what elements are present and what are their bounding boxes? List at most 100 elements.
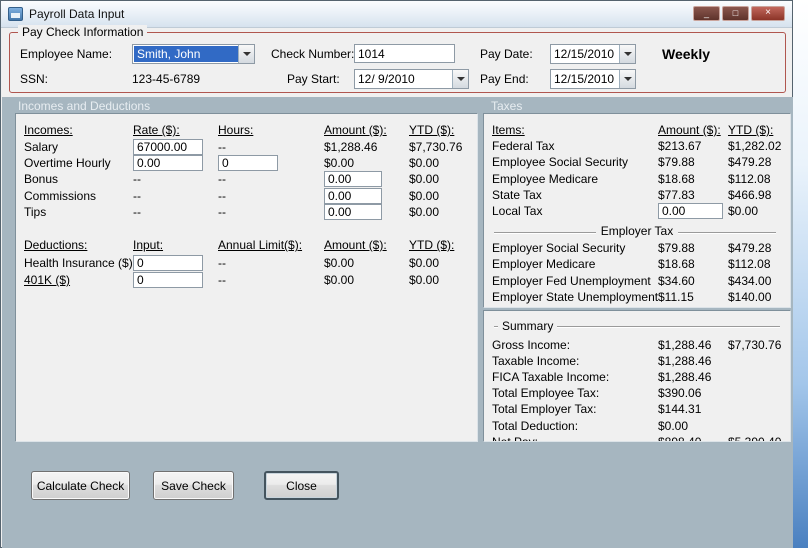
tax-cell: $18.68 [658, 257, 695, 272]
summary-table: Gross Income: $1,288.46 $7,730.76 Taxabl… [492, 337, 782, 442]
income-cell: $0.00 [409, 205, 440, 220]
close-button[interactable]: Close [264, 471, 339, 500]
main-area: Incomes and Deductions Taxes Incomes: Ra… [2, 97, 793, 548]
tax-cell: $79.88 [658, 155, 695, 170]
health-insurance-input[interactable] [133, 254, 203, 271]
deductions-col-header: Deductions: [24, 238, 88, 253]
income-row-label: Commissions [24, 188, 97, 203]
401k-input[interactable] [133, 272, 203, 289]
taxes-section-header: Taxes [491, 99, 523, 113]
deduction-cell: -- [218, 255, 226, 270]
tax-cell: $112.08 [728, 171, 771, 186]
tax-row-label: State Tax [492, 187, 542, 202]
pay-date-dropdown-arrow-icon[interactable] [619, 45, 635, 63]
summary-row-label: Gross Income: [492, 338, 571, 353]
income-row-label: Bonus [24, 172, 59, 187]
deduction-cell: $0.00 [409, 255, 440, 270]
income-row-label: Salary [24, 139, 59, 154]
incomes-section-header: Incomes and Deductions [18, 99, 151, 113]
employer-tax-separator: Employer Tax [492, 224, 782, 240]
summary-cell: $0.00 [658, 418, 689, 433]
maximize-button[interactable]: □ [722, 6, 749, 21]
tips-amount-input[interactable] [324, 204, 382, 221]
pay-date-select[interactable]: 12/15/2010 [550, 44, 636, 64]
titlebar[interactable]: Payroll Data Input _ □ × [1, 1, 792, 28]
employee-name-label: Employee Name: [20, 47, 113, 61]
employee-name-value: Smith, John [134, 46, 238, 62]
tax-row-label: Local Tax [492, 204, 543, 219]
deduction-row-label: Health Insurance ($) [24, 255, 133, 270]
summary-row-label: FICA Taxable Income: [492, 370, 610, 385]
pay-start-label: Pay Start: [287, 72, 340, 86]
bonus-amount-input[interactable] [324, 171, 382, 188]
income-cell: -- [133, 188, 141, 203]
tax-cell: $11.15 [658, 289, 694, 304]
check-number-input[interactable] [354, 44, 455, 63]
summary-row-label: Total Employee Tax: [492, 386, 600, 401]
ytd-col-header: YTD ($): [728, 123, 774, 138]
pay-frequency-label: Weekly [662, 46, 710, 62]
payroll-window: Payroll Data Input _ □ × Pay Check Infor… [0, 0, 793, 548]
summary-cell: $7,730.76 [728, 338, 782, 353]
summary-cell: $5,390.40 [728, 434, 782, 442]
pay-date-value: 12/15/2010 [554, 47, 615, 61]
incomes-table: Incomes: Rate ($): Hours: Amount ($): YT… [24, 122, 469, 221]
paycheck-info-group: Pay Check Information Employee Name: Smi… [9, 25, 786, 93]
rate-col-header: Rate ($): [133, 123, 180, 138]
employee-dropdown-arrow-icon[interactable] [238, 45, 254, 63]
deduction-cell: -- [218, 273, 226, 288]
income-cell: $0.00 [409, 155, 440, 170]
income-cell: $0.00 [324, 155, 355, 170]
tax-row-label: Employer Fed Unemployment [492, 273, 651, 288]
tax-row-label: Employee Social Security [492, 155, 629, 170]
income-cell: -- [218, 205, 226, 220]
income-cell: $0.00 [409, 188, 440, 203]
incomes-deductions-panel: Incomes: Rate ($): Hours: Amount ($): YT… [15, 113, 478, 442]
summary-cell: $1,288.46 [658, 338, 712, 353]
calculate-check-button[interactable]: Calculate Check [31, 471, 130, 500]
taxes-table: Items: Amount ($): YTD ($): Federal Tax … [492, 122, 782, 220]
summary-cell: $898.40 [658, 434, 702, 442]
deduction-row-label: 401K ($) [24, 273, 71, 288]
ssn-label: SSN: [20, 72, 49, 86]
pay-end-value: 12/15/2010 [554, 72, 615, 86]
ytd-col-header: YTD ($): [409, 238, 455, 253]
overtime-rate-input[interactable] [133, 154, 203, 171]
income-cell: $7,730.76 [409, 139, 463, 154]
window-title: Payroll Data Input [29, 7, 125, 21]
income-row-label: Overtime Hourly [24, 155, 111, 170]
employer-taxes-table: Employer Social Security $79.88 $479.28 … [492, 240, 782, 305]
income-row-label: Tips [24, 205, 47, 220]
tax-cell: $34.60 [658, 273, 695, 288]
tax-cell: $1,282.02 [728, 139, 782, 154]
summary-panel: Summary Gross Income: $1,288.46 $7,730.7… [483, 310, 791, 442]
hours-col-header: Hours: [218, 123, 254, 138]
overtime-hours-input[interactable] [218, 154, 278, 171]
summary-cell: $1,288.46 [658, 370, 712, 385]
tax-cell: $479.28 [728, 155, 772, 170]
employee-name-select[interactable]: Smith, John [132, 44, 255, 64]
tax-cell: $466.98 [728, 187, 772, 202]
income-cell: -- [218, 188, 226, 203]
input-col-header: Input: [133, 238, 164, 253]
tax-cell: $140.00 [728, 289, 772, 304]
close-window-button[interactable]: × [751, 6, 785, 21]
pay-end-dropdown-arrow-icon[interactable] [619, 70, 635, 88]
tax-cell: $434.00 [728, 273, 772, 288]
local-tax-input[interactable] [658, 203, 723, 220]
deduction-cell: $0.00 [324, 255, 355, 270]
commissions-amount-input[interactable] [324, 187, 382, 204]
minimize-button[interactable]: _ [693, 6, 720, 21]
incomes-col-header: Incomes: [24, 123, 73, 138]
pay-start-dropdown-arrow-icon[interactable] [452, 70, 468, 88]
caption-buttons: _ □ × [693, 6, 785, 21]
summary-row-label: Total Deduction: [492, 418, 579, 433]
pay-end-select[interactable]: 12/15/2010 [550, 69, 636, 89]
salary-rate-input[interactable] [133, 138, 203, 155]
amount-col-header: Amount ($): [324, 123, 387, 138]
items-col-header: Items: [492, 123, 525, 138]
income-cell: -- [218, 172, 226, 187]
tax-cell: $77.83 [658, 187, 695, 202]
save-check-button[interactable]: Save Check [153, 471, 234, 500]
pay-start-select[interactable]: 12/ 9/2010 [354, 69, 469, 89]
